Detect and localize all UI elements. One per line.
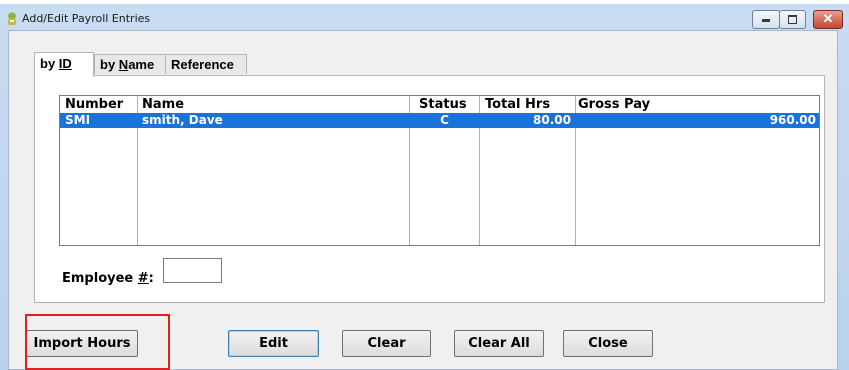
cell-number: SMI [65, 113, 91, 127]
employee-number-input[interactable] [163, 258, 222, 283]
window-title: Add/Edit Payroll Entries [22, 12, 151, 25]
minimize-button[interactable] [752, 10, 780, 29]
payroll-window: Add/Edit Payroll Entries ✕ by ID by Name… [0, 4, 849, 370]
cell-total-hrs: 80.00 [533, 113, 571, 127]
tab-by-name[interactable]: by Name [94, 54, 166, 74]
employee-number-label: Employee #: [62, 271, 154, 286]
cell-gross-pay: 960.00 [769, 113, 816, 127]
header-number[interactable]: Number [65, 97, 123, 112]
tab-reference[interactable]: Reference [165, 54, 247, 74]
maximize-icon [780, 12, 805, 27]
clear-button[interactable]: Clear [342, 330, 431, 357]
close-icon: ✕ [822, 11, 834, 26]
import-hours-button[interactable]: Import Hours [26, 330, 138, 357]
header-total-hrs[interactable]: Total Hrs [485, 97, 550, 112]
table-row[interactable]: SMI smith, Dave C 80.00 960.00 [60, 113, 819, 128]
maximize-button[interactable] [779, 10, 806, 29]
clear-all-button[interactable]: Clear All [454, 330, 544, 357]
minimize-icon [753, 12, 779, 25]
header-gross-pay[interactable]: Gross Pay [578, 97, 650, 112]
close-button[interactable]: Close [563, 330, 653, 357]
tab-by-id[interactable]: by ID [34, 52, 94, 77]
cell-name: smith, Dave [142, 113, 223, 127]
cell-status: C [440, 113, 449, 127]
app-icon [8, 12, 16, 25]
header-status[interactable]: Status [419, 97, 467, 112]
client-area: by ID by Name Reference Number Name Stat… [8, 30, 838, 370]
edit-button[interactable]: Edit [228, 330, 319, 357]
header-name[interactable]: Name [142, 97, 184, 112]
tab-panel: Number Name Status Total Hrs Gross Pay S… [34, 75, 825, 303]
close-window-button[interactable]: ✕ [813, 10, 843, 29]
employee-grid[interactable]: Number Name Status Total Hrs Gross Pay S… [59, 95, 820, 246]
